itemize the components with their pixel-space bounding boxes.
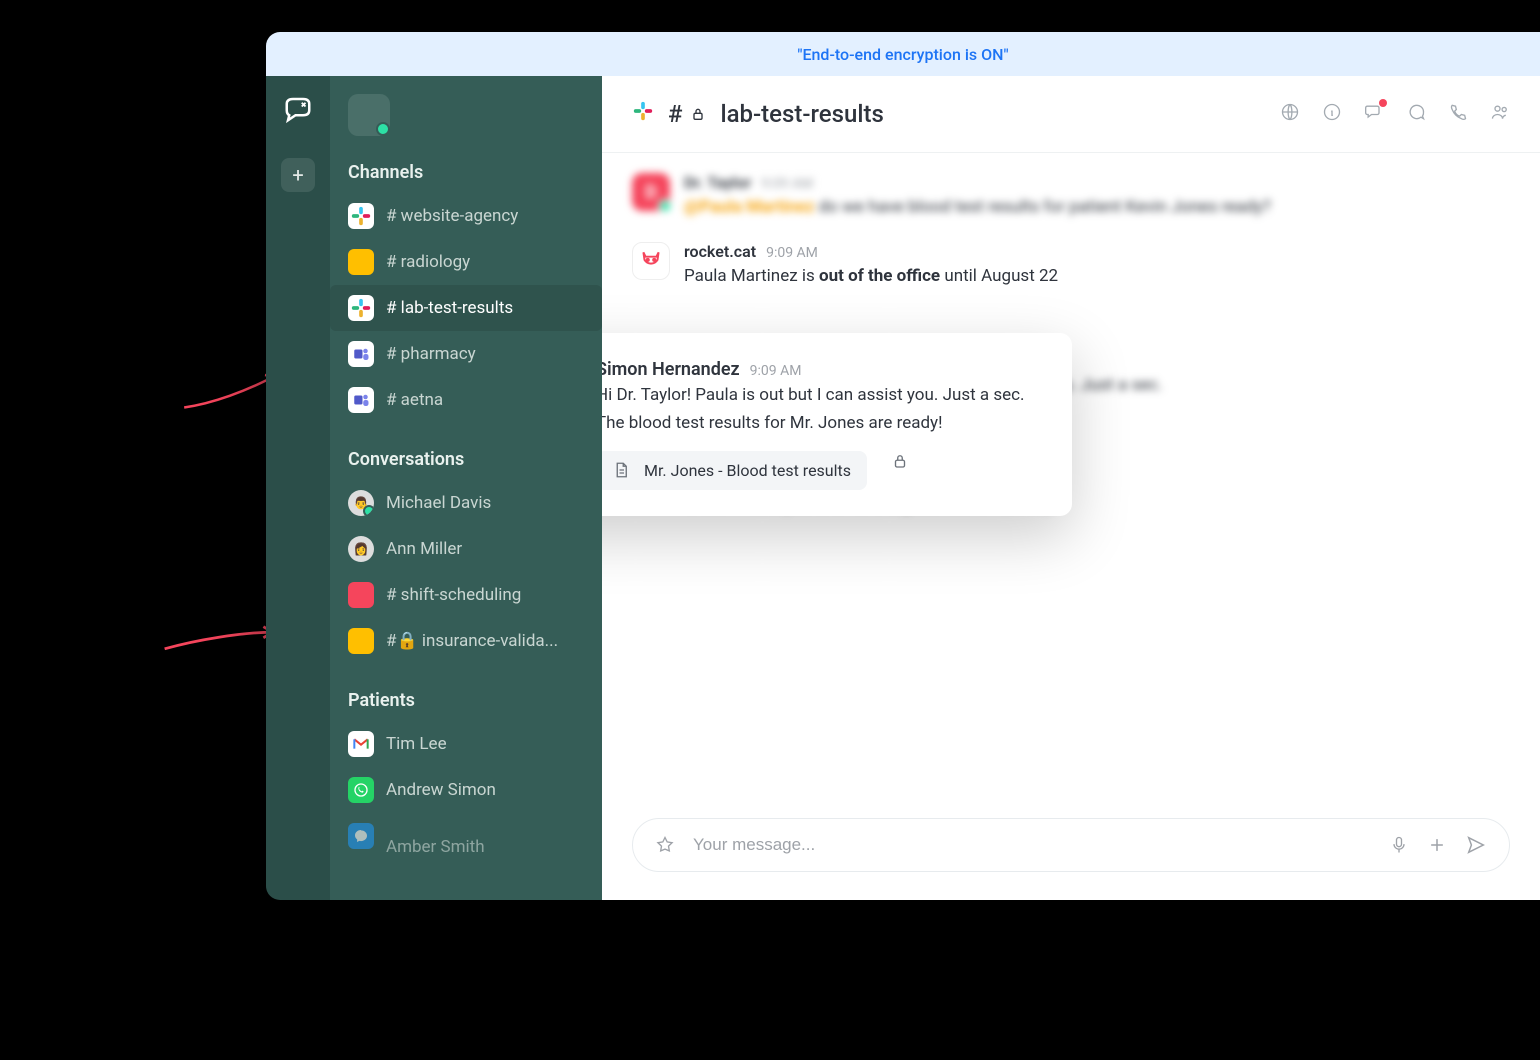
message-text: do we have blood test results for patien… <box>814 197 1271 217</box>
mic-icon[interactable] <box>1389 835 1409 855</box>
phone-icon[interactable] <box>1448 102 1468 126</box>
message-rocketcat: rocket.cat 9:09 AM Paula Martinez is out… <box>632 242 1510 289</box>
messenger-icon <box>348 823 374 849</box>
message-text-line2: The blood test results for Mr. Jones are… <box>602 410 1044 436</box>
sidebar: Channels # website-agency # radiol <box>330 76 602 900</box>
channel-color-icon <box>348 582 374 608</box>
discussion-icon[interactable] <box>1364 102 1384 126</box>
attachment-chip[interactable]: Mr. Jones - Blood test results <box>602 451 867 490</box>
patient-tim-lee[interactable]: Tim Lee <box>330 721 602 767</box>
channel-lab-test-results[interactable]: # lab-test-results <box>330 285 602 331</box>
channel-label: # aetna <box>386 390 443 410</box>
message-text-line1: Hi Dr. Taylor! Paula is out but I can as… <box>602 382 1044 408</box>
channel-label: # website-agency <box>386 206 518 226</box>
channel-website-agency[interactable]: # website-agency <box>330 193 602 239</box>
message-input[interactable] <box>693 835 1371 855</box>
patient-label: Amber Smith <box>386 837 485 857</box>
channel-shift-scheduling[interactable]: # shift-scheduling <box>330 572 602 618</box>
attachment-name: Mr. Jones - Blood test results <box>644 461 851 480</box>
message-text-pre: Paula Martinez is <box>684 266 819 286</box>
patient-amber-smith[interactable]: Amber Smith <box>330 813 602 881</box>
encryption-banner-text: "End-to-end encryption is ON" <box>797 45 1008 64</box>
gmail-icon <box>348 731 374 757</box>
channel-pharmacy[interactable]: # pharmacy <box>330 331 602 377</box>
message-time: 9:09 AM <box>750 363 802 379</box>
chat-icon[interactable] <box>1406 102 1426 126</box>
channel-label: # lab-test-results <box>386 298 513 318</box>
channel-label: #🔒 insurance-valida... <box>386 631 558 651</box>
section-title-patients: Patients <box>330 664 602 721</box>
message-popover: Simon Hernandez 9:09 AM Hi Dr. Taylor! P… <box>602 333 1072 516</box>
patient-andrew-simon[interactable]: Andrew Simon <box>330 767 602 813</box>
channel-label: # pharmacy <box>386 344 476 364</box>
message-text-bold: out of the office <box>819 266 940 286</box>
message-blurred: D Dr. Taylor 9:09 AM @Paula Martinez do … <box>632 173 1510 220</box>
annotation-arrow-bottom <box>160 610 280 660</box>
globe-icon[interactable] <box>1280 102 1300 126</box>
hash-icon: # <box>668 100 682 128</box>
channel-color-icon <box>348 628 374 654</box>
info-icon[interactable] <box>1322 102 1342 126</box>
section-title-conversations: Conversations <box>330 423 602 480</box>
app-window: "End-to-end encryption is ON" + Channels <box>266 32 1540 900</box>
channel-radiology[interactable]: # radiology <box>330 239 602 285</box>
slack-icon <box>632 100 654 128</box>
channel-color-icon <box>348 249 374 275</box>
user-avatar: 👨 <box>348 490 374 516</box>
channel-aetna[interactable]: # aetna <box>330 377 602 423</box>
message-time: 9:09 AM <box>761 176 813 192</box>
main-panel: # lab-test-results <box>602 76 1540 900</box>
channel-name: lab-test-results <box>720 100 883 128</box>
members-icon[interactable] <box>1490 102 1510 126</box>
star-icon[interactable] <box>655 835 675 855</box>
slack-icon <box>348 203 374 229</box>
channel-insurance-validation[interactable]: #🔒 insurance-valida... <box>330 618 602 664</box>
lock-icon <box>690 106 706 122</box>
dm-ann-miller[interactable]: 👩 Ann Miller <box>330 526 602 572</box>
avatar: D <box>632 173 670 211</box>
header-actions <box>1280 102 1510 126</box>
rocketcat-avatar <box>632 242 670 280</box>
whatsapp-icon <box>348 777 374 803</box>
nav-rail: + <box>266 76 330 900</box>
add-workspace-button[interactable]: + <box>281 158 315 192</box>
dm-label: Ann Miller <box>386 539 462 559</box>
user-avatar: 👩 <box>348 536 374 562</box>
message-author: rocket.cat <box>684 242 756 261</box>
app-logo-icon <box>283 94 313 128</box>
patient-label: Tim Lee <box>386 734 447 754</box>
patient-label: Andrew Simon <box>386 780 496 800</box>
section-title-channels: Channels <box>330 136 602 193</box>
message-time: 9:09 AM <box>766 245 818 261</box>
workspace-avatar[interactable] <box>348 94 390 136</box>
teams-icon <box>348 387 374 413</box>
channel-label: # shift-scheduling <box>386 585 521 605</box>
messages-list: D Dr. Taylor 9:09 AM @Paula Martinez do … <box>602 153 1540 800</box>
channel-label: # radiology <box>386 252 470 272</box>
teams-icon <box>348 341 374 367</box>
message-author: Dr. Taylor <box>684 173 751 192</box>
message-author: Simon Hernandez <box>602 359 740 380</box>
slack-icon <box>348 295 374 321</box>
message-text-post: until August 22 <box>940 266 1058 286</box>
dm-michael-davis[interactable]: 👨 Michael Davis <box>330 480 602 526</box>
encryption-banner: "End-to-end encryption is ON" <box>266 32 1540 76</box>
channel-header: # lab-test-results <box>602 76 1540 153</box>
lock-icon <box>891 452 909 474</box>
send-icon[interactable] <box>1465 834 1487 856</box>
dm-label: Michael Davis <box>386 493 491 513</box>
mention: @Paula Martinez <box>684 197 814 217</box>
composer <box>632 818 1510 872</box>
plus-icon[interactable] <box>1427 835 1447 855</box>
document-icon <box>612 461 630 479</box>
